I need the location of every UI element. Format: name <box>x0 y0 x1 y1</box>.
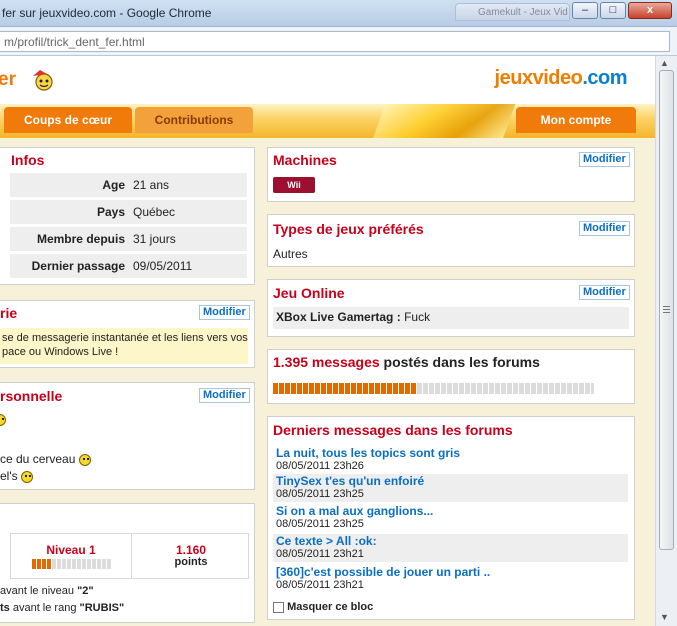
message-link[interactable]: La nuit, tous les topics sont gris <box>276 446 460 460</box>
hide-block-label: Masquer ce bloc <box>287 601 374 613</box>
messagerie-text-line: se de messagerie instantanée et les lien… <box>2 332 248 344</box>
message-link[interactable]: Ce texte > All :ok: <box>276 534 377 548</box>
personnelle-text: ce du cerveau <box>0 452 76 466</box>
rang-next-text: avant le rang <box>12 602 77 614</box>
info-value: 31 jours <box>133 232 176 246</box>
info-label: Membre depuis <box>36 232 125 246</box>
forum-progress-fill <box>273 383 418 394</box>
smiley-icon <box>78 453 91 466</box>
info-label: Dernier passage <box>31 259 125 273</box>
rang-next-value: "RUBIS" <box>79 602 125 614</box>
smiley-icon <box>20 470 33 483</box>
minimize-button[interactable]: – <box>572 2 598 19</box>
window-title: fer sur jeuxvideo.com - Google Chrome <box>2 6 212 20</box>
hide-block-control[interactable]: Masquer ce bloc <box>273 601 373 613</box>
points-value: 1.160 <box>175 543 207 557</box>
nav-tab-contributions[interactable]: Contributions <box>135 107 253 133</box>
address-field[interactable]: m/profil/trick_dent_fer.html <box>0 31 670 52</box>
personnelle-line: ce du cerveau <box>0 452 91 466</box>
messagerie-text-line: pace ou Windows Live ! <box>2 346 119 358</box>
machines-modify-button[interactable]: Modifier <box>579 152 630 167</box>
rang-next-line: ts avant le rang "RUBIS" <box>0 602 124 614</box>
personnelle-line: el's <box>0 469 33 483</box>
info-value: Québec <box>133 205 176 219</box>
logo-domain: .com <box>582 67 627 89</box>
messagerie-modify-button[interactable]: Modifier <box>199 305 250 320</box>
page-viewport: er jeuxvideo.com Coups de cœur Contribut… <box>0 56 655 626</box>
info-row: Age 21 ans <box>10 173 247 197</box>
scroll-up-icon[interactable]: ▲ <box>660 58 669 68</box>
message-date: 08/05/2011 23h25 <box>276 488 364 500</box>
wii-badge[interactable]: Wii <box>273 177 315 193</box>
background-browser-tab[interactable]: Gamekult - Jeux Vid <box>455 3 570 21</box>
vertical-scrollbar[interactable]: ▲ ▼ <box>655 56 677 626</box>
window-title-bar: fer sur jeuxvideo.com - Google Chrome Ga… <box>0 0 677 27</box>
close-window-button[interactable]: x <box>628 2 672 19</box>
info-row: Membre depuis 31 jours <box>10 227 247 251</box>
types-value: Autres <box>273 247 308 261</box>
derniers-title: Derniers messages dans les forums <box>273 422 513 438</box>
message-link[interactable]: [360]c'est possible de jouer un parti .. <box>276 565 490 579</box>
messagerie-title: rie <box>0 305 18 321</box>
mascot-icon <box>33 70 53 91</box>
forum-progress-bar <box>273 383 594 394</box>
browser-toolbar: m/profil/trick_dent_fer.html <box>0 27 677 56</box>
online-row: XBox Live Gamertag : Fuck <box>273 307 629 329</box>
forum-stats-heading: 1.395 messages postés dans les forums <box>273 354 540 370</box>
online-title: Jeu Online <box>273 285 345 301</box>
niveau-next-value: "2" <box>77 585 94 597</box>
message-date: 08/05/2011 23h26 <box>276 460 364 472</box>
personnelle-text: el's <box>0 469 18 483</box>
niveau-label: Niveau 1 <box>46 543 96 557</box>
machines-title: Machines <box>273 152 337 168</box>
info-label: Age <box>102 178 125 192</box>
types-modify-button[interactable]: Modifier <box>579 221 630 236</box>
list-item[interactable]: La nuit, tous les topics sont gris 08/05/… <box>273 446 628 474</box>
grip-icon <box>663 306 670 307</box>
nav-tab-mon-compte[interactable]: Mon compte <box>516 107 636 133</box>
niveau-box: Niveau 1 1.160 points <box>10 533 249 579</box>
online-modify-button[interactable]: Modifier <box>579 285 630 300</box>
messagerie-notice: se de messagerie instantanée et les lien… <box>0 328 248 364</box>
scroll-down-icon[interactable]: ▼ <box>660 612 669 622</box>
nav-tab-coups-de-coeur[interactable]: Coups de cœur <box>4 107 132 133</box>
site-header: er jeuxvideo.com <box>0 56 655 104</box>
site-logo[interactable]: jeuxvideo.com <box>494 67 628 90</box>
niveau-next-text: avant le niveau <box>0 585 74 597</box>
scrollbar-thumb[interactable] <box>659 70 674 550</box>
maximize-button[interactable]: □ <box>600 2 626 19</box>
niveau-next-line: avant le niveau "2" <box>0 585 94 597</box>
info-row: Pays Québec <box>10 200 247 224</box>
niveau-progress-bar <box>32 559 112 569</box>
online-value: Fuck <box>404 310 431 324</box>
list-item[interactable]: Ce texte > All :ok: 08/05/2011 23h21 <box>273 534 628 562</box>
online-label: XBox Live Gamertag : <box>276 310 401 324</box>
niveau-progress-fill <box>32 559 52 569</box>
types-title: Types de jeux préférés <box>273 221 424 237</box>
list-item[interactable]: [360]c'est possible de jouer un parti ..… <box>273 565 628 593</box>
message-link[interactable]: Si on a mal aux ganglions... <box>276 504 433 518</box>
info-value: 21 ans <box>133 178 170 192</box>
info-label: Pays <box>96 205 125 219</box>
info-row: Dernier passage 09/05/2011 <box>10 254 247 278</box>
list-item[interactable]: Si on a mal aux ganglions... 08/05/2011 2… <box>273 504 628 532</box>
message-link[interactable]: TinySex t'es qu'un enfoiré <box>276 474 424 488</box>
points-label: points <box>174 556 208 568</box>
message-date: 08/05/2011 23h25 <box>276 518 364 530</box>
forum-message-count: 1.395 messages <box>273 354 380 370</box>
main-nav: Coups de cœur Contributions Mon compte <box>0 104 655 138</box>
info-value: 09/05/2011 <box>133 259 193 273</box>
gold-bars-decoration <box>372 104 518 138</box>
personnelle-title: rsonnelle <box>0 388 63 404</box>
list-item[interactable]: TinySex t'es qu'un enfoiré 08/05/2011 23h… <box>273 474 628 502</box>
hide-block-checkbox[interactable] <box>273 601 284 613</box>
personnelle-modify-button[interactable]: Modifier <box>199 388 250 403</box>
message-date: 08/05/2011 23h21 <box>276 579 364 591</box>
logo-text: jeuxvideo <box>494 67 583 89</box>
message-date: 08/05/2011 23h21 <box>276 548 364 560</box>
forum-stats-suffix: postés dans les forums <box>383 354 540 370</box>
infos-title: Infos <box>11 152 45 168</box>
header-partial-title: er <box>0 69 16 90</box>
rang-next-count: ts <box>0 602 10 614</box>
